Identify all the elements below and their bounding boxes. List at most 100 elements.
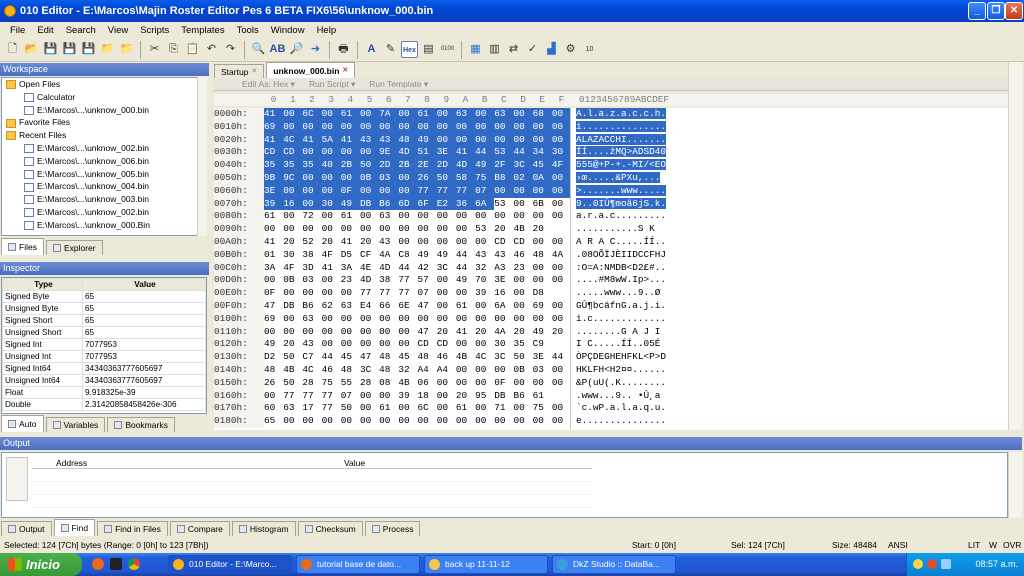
hex-byte[interactable]: 00	[456, 210, 475, 223]
ascii-text[interactable]: HKLFH<H2¤¤......	[576, 364, 666, 375]
hex-byte[interactable]: 50	[513, 351, 532, 364]
ascii-text[interactable]: .....www...9..Ø	[576, 287, 660, 298]
hex-byte[interactable]: 00	[398, 326, 417, 339]
hex-byte[interactable]: 77	[322, 390, 341, 403]
hex-byte[interactable]: 4C	[302, 364, 321, 377]
hex-byte[interactable]: 00	[494, 184, 514, 198]
inspector-row[interactable]: Unsigned Int 7077953	[2, 350, 206, 363]
hex-byte[interactable]: 45	[398, 351, 417, 364]
hex-row[interactable]: 0020h: 41 4C 41 5A 41 43 43 48 49 00 00 00 00 00 00 00 AL…	[214, 133, 1008, 147]
menu-edit[interactable]: Edit	[31, 25, 59, 36]
workspace-scrollbar[interactable]	[197, 77, 207, 236]
hex-byte[interactable]: 01	[264, 249, 283, 262]
hex-byte[interactable]: 00	[283, 184, 303, 198]
hex-byte[interactable]: 35	[264, 159, 284, 172]
hex-row[interactable]: 0060h: 3E 00 00 00 0F 00 00 00 77 77 77 07 00 00 00 00 >.…	[214, 184, 1008, 198]
hex-byte[interactable]: CD	[513, 236, 532, 249]
ascii-text[interactable]: GÛ¶bcäfnG.a.j.i.	[576, 300, 666, 311]
ascii-text[interactable]: 555@+P-+.-MI/<EO	[576, 159, 667, 171]
hex-row[interactable]: 0140h: 48 4B 4C 46 48 3C 48 32 A4 A4 00 00 00 0B 03 00 HK…	[214, 363, 1008, 377]
hex-byte[interactable]: 00	[532, 133, 552, 147]
hex-row[interactable]: 00C0h: 3A 4F 3D 41 3A 4E 4D 44 42 3C 44 32 A3 23 00 00:O…	[214, 261, 1008, 275]
hex-byte[interactable]: A3	[494, 262, 513, 275]
edit-as-dropdown[interactable]: Edit As: Hex ▾	[242, 79, 295, 90]
ascii-text[interactable]: >.......www.....	[576, 184, 667, 196]
hex-byte[interactable]: 00	[302, 184, 322, 198]
hex-byte[interactable]: 00	[322, 274, 341, 287]
calculator-icon[interactable]: ▦	[467, 41, 484, 58]
hex-byte[interactable]: 00	[513, 108, 533, 121]
hex-row[interactable]: 00A0h: 41 20 52 20 41 20 43 00 00 00 00 00 CD CD 00 00 A …	[214, 235, 1008, 249]
network-tray-icon[interactable]	[941, 559, 951, 569]
hex-byte[interactable]: 6E	[398, 300, 417, 313]
hex-byte[interactable]: 00	[360, 390, 379, 403]
hex-byte[interactable]: 00	[494, 210, 513, 223]
hex-byte[interactable]: A4	[437, 364, 456, 377]
hex-byte[interactable]: 39	[264, 197, 284, 211]
inspector-row[interactable]: Signed Int 7077953	[2, 338, 206, 351]
ascii-text[interactable]: .08OÕÏJÈIIDCCFHJ	[576, 249, 666, 260]
hex-byte[interactable]: 00	[418, 223, 437, 236]
hex-byte[interactable]: 00	[264, 274, 283, 287]
hex-byte[interactable]: 00	[359, 108, 380, 121]
inspector-tab-variables[interactable]: Variables	[45, 417, 106, 432]
hex-byte[interactable]: 66	[379, 300, 398, 313]
hex-byte[interactable]: 00	[379, 338, 398, 351]
hex-byte[interactable]: 20	[513, 326, 532, 339]
hex-byte[interactable]: 43	[475, 249, 494, 262]
hex-byte[interactable]: 00	[398, 313, 417, 326]
hex-byte[interactable]: 00	[302, 287, 321, 300]
hex-byte[interactable]: 43	[379, 133, 399, 147]
hex-byte[interactable]: 00	[456, 287, 475, 300]
print-icon[interactable]: 🖶	[335, 41, 352, 58]
hex-byte[interactable]: 77	[379, 287, 398, 300]
hex-byte[interactable]: 00	[552, 364, 571, 377]
menu-file[interactable]: File	[4, 25, 31, 36]
ascii-text[interactable]: i.c.............	[576, 313, 666, 324]
redo-icon[interactable]: ↷	[222, 41, 239, 58]
hex-byte[interactable]: 00	[475, 210, 494, 223]
hex-byte[interactable]: CD	[418, 338, 437, 351]
hex-byte[interactable]: 0B	[359, 171, 380, 185]
hex-byte[interactable]: 63	[283, 402, 302, 415]
hex-byte[interactable]: 4D	[455, 159, 476, 172]
hex-byte[interactable]: 00	[533, 210, 552, 223]
new-file-icon[interactable]: 🗋	[4, 41, 21, 58]
inspector-tab-auto[interactable]: Auto	[1, 415, 44, 432]
menu-scripts[interactable]: Scripts	[134, 25, 175, 36]
hex-byte[interactable]: 61	[264, 210, 283, 223]
hex-byte[interactable]: 0F	[264, 287, 283, 300]
tree-item[interactable]: Recent Files	[2, 129, 206, 142]
hex-byte[interactable]: 30	[494, 338, 513, 351]
hex-byte[interactable]: 41	[264, 236, 283, 249]
hex-byte[interactable]: 00	[322, 313, 341, 326]
tree-item[interactable]: E:\Marcos\...\unknow_004.bin	[2, 180, 206, 193]
hex-byte[interactable]: 07	[418, 287, 437, 300]
hex-byte[interactable]: 50	[283, 377, 302, 390]
inspector-row[interactable]: Unsigned Byte 65	[2, 302, 206, 315]
hex-byte[interactable]: 44	[398, 262, 417, 275]
hex-byte[interactable]: 18	[418, 390, 437, 403]
ascii-text[interactable]: ........G A J I	[576, 326, 666, 337]
undo-icon[interactable]: ↶	[203, 41, 220, 58]
hex-byte[interactable]: 32	[398, 364, 417, 377]
hex-byte[interactable]: 00	[437, 274, 456, 287]
hex-byte[interactable]: 30	[283, 249, 302, 262]
font-icon[interactable]: A	[363, 41, 380, 58]
hex-byte[interactable]: 00	[341, 326, 360, 339]
hex-byte[interactable]: 43	[359, 133, 380, 147]
hex-byte[interactable]: 00	[456, 313, 475, 326]
inspector-tab-bookmarks[interactable]: Bookmarks	[107, 417, 175, 432]
hex-byte[interactable]: 00	[283, 326, 302, 339]
hex-byte[interactable]: 77	[398, 287, 417, 300]
taskbar-task[interactable]: 010 Editor - E:\Marco...	[168, 555, 292, 574]
hex-byte[interactable]: D2	[264, 351, 283, 364]
hex-byte[interactable]: 00	[341, 415, 360, 428]
hex-byte[interactable]: 40	[321, 159, 341, 172]
find-in-files-icon[interactable]: 🔎	[288, 41, 305, 58]
hex-byte[interactable]: 00	[437, 313, 456, 326]
hex-byte[interactable]: 4D	[360, 274, 379, 287]
hex-byte[interactable]: 00	[283, 415, 302, 428]
hex-byte[interactable]: 00	[340, 146, 360, 160]
hex-byte[interactable]: 0F	[340, 184, 360, 198]
